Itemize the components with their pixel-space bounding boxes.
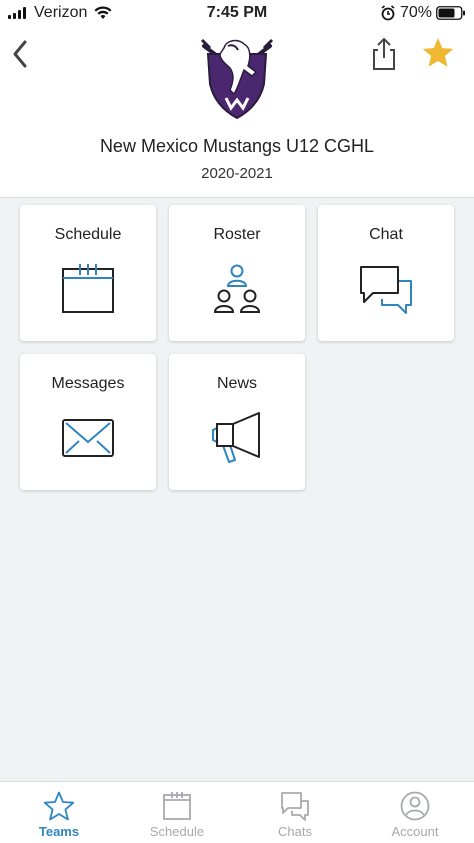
battery-percent: 70% (399, 4, 432, 21)
tab-schedule[interactable]: Schedule (118, 782, 236, 843)
tab-label-teams: Teams (38, 824, 80, 839)
status-bar: Verizon 7:45 PM 70% (0, 0, 474, 26)
tab-label-account: Account (391, 824, 439, 839)
tab-label-schedule: Schedule (149, 824, 205, 839)
tile-label-schedule: Schedule (54, 226, 122, 243)
tile-schedule[interactable]: Schedule (20, 205, 156, 341)
calendar-icon (163, 792, 191, 820)
back-button[interactable] (8, 36, 34, 72)
tab-chats[interactable]: Chats (236, 782, 354, 843)
favorite-star-button[interactable] (421, 36, 455, 70)
tile-label-news: News (216, 375, 257, 392)
tab-account[interactable]: Account (356, 782, 474, 843)
tile-roster[interactable]: Roster (169, 205, 305, 341)
chat-bubbles-icon (360, 266, 412, 314)
team-logo (200, 38, 274, 120)
tab-label-chats: Chats (278, 824, 312, 839)
tile-news[interactable]: News (169, 354, 305, 490)
tile-label-chat: Chat (369, 226, 403, 243)
team-name: New Mexico Mustangs U12 CGHL (99, 136, 375, 156)
tile-messages[interactable]: Messages (20, 354, 156, 490)
people-icon (213, 264, 261, 313)
chat-bubbles-icon (281, 792, 309, 821)
alarm-icon (381, 5, 395, 21)
status-right: 70% (380, 4, 466, 22)
megaphone-icon (212, 412, 260, 463)
calendar-icon (62, 264, 114, 313)
team-header: New Mexico Mustangs U12 CGHL 2020-2021 (0, 26, 474, 198)
share-button[interactable] (368, 36, 400, 72)
tile-chat[interactable]: Chat (318, 205, 454, 341)
bottom-tab-bar: Teams Schedule Chats Account (0, 781, 474, 843)
tile-label-roster: Roster (213, 226, 261, 243)
tile-label-messages: Messages (51, 375, 125, 392)
team-season: 2020-2021 (201, 165, 273, 182)
envelope-icon (62, 419, 114, 457)
battery-icon (436, 6, 465, 20)
tab-teams[interactable]: Teams (0, 782, 118, 843)
user-circle-icon (400, 791, 430, 821)
star-outline-icon (43, 791, 75, 821)
